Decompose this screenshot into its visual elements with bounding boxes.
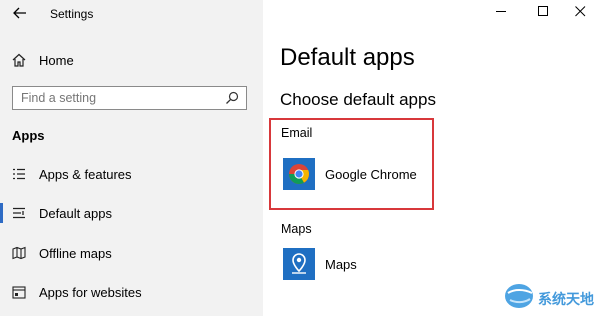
sidebar-item-label: Apps for websites [39, 284, 142, 300]
offline-map-icon [11, 245, 27, 261]
maximize-button[interactable] [529, 2, 557, 24]
watermark-globe-icon [502, 281, 536, 316]
category-label-maps: Maps [281, 222, 312, 236]
selection-indicator [0, 203, 3, 223]
search-box[interactable] [12, 86, 247, 110]
selection-indicator [0, 243, 3, 263]
maps-default-app-button[interactable]: Maps [283, 248, 357, 280]
sidebar-item-apps-for-websites[interactable]: Apps for websites [0, 280, 263, 304]
sidebar: Settings Home Apps Apps & features Defau… [0, 0, 263, 316]
home-icon [10, 51, 28, 69]
selection-indicator [0, 164, 3, 184]
section-subheading: Choose default apps [280, 90, 436, 109]
maximize-icon [537, 4, 549, 22]
default-apps-icon [11, 205, 27, 221]
maps-icon [283, 248, 315, 280]
minimize-button[interactable] [487, 2, 515, 24]
page-title: Default apps [280, 44, 415, 71]
watermark-text: 系统天地 [538, 290, 594, 307]
website-apps-icon [11, 284, 27, 300]
search-icon[interactable] [224, 90, 240, 106]
email-default-app-button[interactable]: Google Chrome [283, 158, 417, 190]
main-content: Default apps Choose default apps Email G… [263, 0, 600, 316]
home-label: Home [39, 52, 74, 68]
sidebar-item-default-apps[interactable]: Default apps [0, 201, 263, 225]
sidebar-item-apps-features[interactable]: Apps & features [0, 162, 263, 186]
app-name: Maps [325, 256, 357, 272]
close-button[interactable] [566, 2, 594, 24]
back-arrow-icon[interactable] [12, 5, 28, 21]
sidebar-item-label: Offline maps [39, 245, 112, 261]
sidebar-item-label: Apps & features [39, 166, 132, 182]
section-heading-apps: Apps [12, 128, 45, 143]
watermark-logo: 系统天地 [502, 281, 594, 316]
selection-indicator [0, 282, 3, 302]
close-icon [574, 4, 586, 22]
list-icon [11, 166, 27, 182]
category-label-email: Email [281, 126, 313, 140]
sidebar-item-label: Default apps [39, 205, 112, 221]
home-link[interactable]: Home [10, 50, 74, 70]
chrome-icon [283, 158, 315, 190]
window-title: Settings [50, 7, 94, 21]
app-name: Google Chrome [325, 166, 417, 182]
search-input[interactable] [21, 91, 224, 105]
minimize-icon [495, 4, 507, 22]
sidebar-item-offline-maps[interactable]: Offline maps [0, 241, 263, 265]
